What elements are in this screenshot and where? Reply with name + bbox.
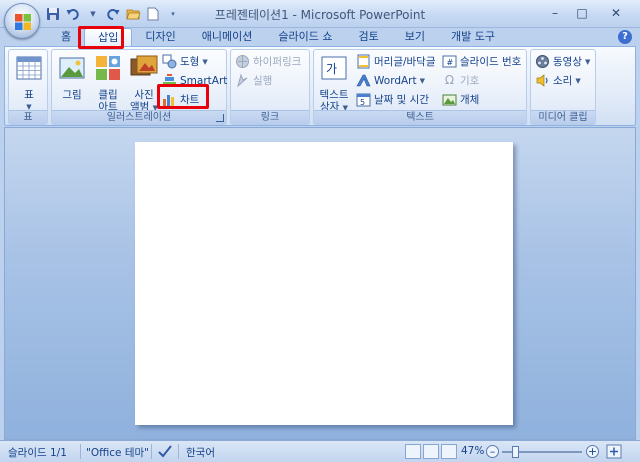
movie-button[interactable]: 동영상 ▼ [535, 53, 590, 70]
zoom-out-button[interactable]: – [486, 445, 499, 458]
slide-sorter-view-button[interactable] [423, 444, 439, 459]
hyperlink-icon [236, 55, 249, 68]
picture-button[interactable]: 그림 [54, 53, 90, 101]
slide-canvas[interactable] [135, 142, 513, 425]
status-bar: 슬라이드 1/1 "Office 테마" 한국어 47% – + [0, 440, 640, 462]
object-icon [442, 94, 457, 106]
fit-to-window-icon[interactable] [606, 444, 622, 459]
hyperlink-button[interactable]: 하이퍼링크 [235, 53, 301, 70]
window-controls: – □ ✕ [542, 3, 636, 23]
clipart-label-line1: 클립 [98, 89, 118, 101]
action-button[interactable]: 실행 [235, 72, 272, 89]
picture-icon [59, 57, 85, 79]
action-label: 실행 [253, 75, 273, 87]
header-footer-icon [357, 54, 370, 69]
group-text: 가 텍스트 상자 ▼ 머리글/바닥글 WordArt ▼ 5 날짜 및 시간 #… [313, 49, 527, 125]
zoom-in-button[interactable]: + [586, 445, 599, 458]
office-logo-icon [15, 14, 31, 30]
zoom-level[interactable]: 47% [461, 445, 484, 457]
group-table: 표 ▼ 표 [8, 49, 48, 125]
sound-icon [536, 74, 548, 87]
group-label-table: 표 [9, 110, 47, 124]
group-label-media: 미디어 클립 [531, 110, 595, 124]
clipart-icon [96, 56, 120, 80]
datetime-label: 날짜 및 시간 [374, 94, 429, 106]
object-label: 개체 [460, 94, 480, 106]
group-label-links: 링크 [231, 110, 309, 124]
wordart-label: WordArt [374, 74, 417, 87]
picture-button-label: 그림 [62, 89, 82, 101]
table-icon [16, 56, 42, 80]
shapes-label: 도형 [180, 56, 200, 68]
slide-number-icon: # [442, 55, 457, 68]
group-links: 하이퍼링크 실행 링크 [230, 49, 310, 125]
theme-indicator: "Office 테마" [86, 447, 149, 459]
slide-number-label: 슬라이드 번호 [460, 56, 522, 68]
shapes-button[interactable]: 도형 ▼ [162, 53, 208, 70]
svg-text:5: 5 [360, 98, 365, 107]
tab-view[interactable]: 보기 [392, 28, 438, 46]
calendar-icon: 5 [356, 93, 371, 107]
shapes-icon [162, 54, 177, 69]
maximize-button[interactable]: □ [569, 3, 595, 23]
svg-text:#: # [447, 58, 454, 67]
spellcheck-icon[interactable] [157, 444, 173, 459]
object-button[interactable]: 개체 [442, 91, 479, 108]
language-indicator: 한국어 [186, 447, 215, 459]
chevron-down-icon: ▼ [575, 76, 581, 85]
table-button-label: 표 [24, 89, 34, 101]
textbox-button[interactable]: 가 텍스트 상자 ▼ [316, 53, 352, 114]
wordart-button[interactable]: WordArt ▼ [356, 72, 425, 89]
textbox-icon: 가 [321, 56, 347, 80]
sound-label: 소리 [553, 75, 573, 87]
clipart-button[interactable]: 클립 아트 [90, 53, 126, 113]
chevron-down-icon: ▼ [419, 76, 425, 85]
sound-button[interactable]: 소리 ▼ [535, 72, 581, 89]
close-button[interactable]: ✕ [596, 3, 636, 23]
chevron-down-icon: ▼ [202, 57, 208, 66]
action-icon [237, 73, 248, 88]
help-icon[interactable]: ? [618, 30, 632, 44]
tab-developer[interactable]: 개발 도구 [438, 28, 508, 46]
movie-label: 동영상 [553, 56, 582, 68]
status-divider [178, 444, 179, 459]
datetime-button[interactable]: 5 날짜 및 시간 [356, 91, 429, 108]
header-footer-label: 머리글/바닥글 [374, 56, 436, 68]
tab-animations[interactable]: 애니메이션 [189, 28, 266, 46]
ribbon: 표 ▼ 표 그림 클립 아트 사진 앨범 ▼ 도형 ▼ SmartArt 차트 … [4, 46, 636, 126]
title-bar: ▼ ▾ 프레젠테이션1 - Microsoft PowerPoint – □ ✕ [0, 0, 640, 28]
wordart-icon [356, 74, 371, 87]
tab-slideshow[interactable]: 슬라이드 쇼 [265, 28, 345, 46]
omega-icon: Ω [444, 73, 455, 87]
slideshow-view-button[interactable] [441, 444, 457, 459]
normal-view-button[interactable] [405, 444, 421, 459]
minimize-button[interactable]: – [542, 3, 568, 23]
status-divider [151, 444, 152, 459]
highlight-chart-button [157, 84, 209, 109]
photo-album-icon [130, 55, 158, 76]
zoom-slider-thumb[interactable] [512, 446, 519, 458]
svg-text:가: 가 [326, 62, 337, 76]
group-media: 동영상 ▼ 소리 ▼ 미디어 클립 [530, 49, 596, 125]
movie-icon [536, 55, 549, 68]
textbox-label-line1: 텍스트 [319, 89, 349, 101]
table-button[interactable]: 표 ▼ [11, 53, 47, 113]
group-label-text: 텍스트 [314, 110, 526, 124]
chevron-down-icon: ▼ [584, 57, 591, 66]
hyperlink-label: 하이퍼링크 [253, 56, 302, 68]
tab-design[interactable]: 디자인 [132, 28, 188, 46]
dialog-launcher-icon[interactable] [216, 114, 224, 122]
symbol-button[interactable]: Ω 기호 [442, 72, 479, 89]
symbol-label: 기호 [460, 75, 480, 87]
header-footer-button[interactable]: 머리글/바닥글 [356, 53, 436, 70]
office-button[interactable] [4, 3, 40, 39]
slide-number-button[interactable]: # 슬라이드 번호 [442, 53, 521, 70]
group-label-illustrations: 일러스트레이션 [52, 110, 226, 124]
slide-workspace[interactable] [4, 127, 636, 440]
slide-indicator: 슬라이드 1/1 [8, 447, 67, 459]
status-divider [80, 444, 81, 459]
tab-review[interactable]: 검토 [345, 28, 391, 46]
highlight-insert-tab [78, 26, 124, 49]
